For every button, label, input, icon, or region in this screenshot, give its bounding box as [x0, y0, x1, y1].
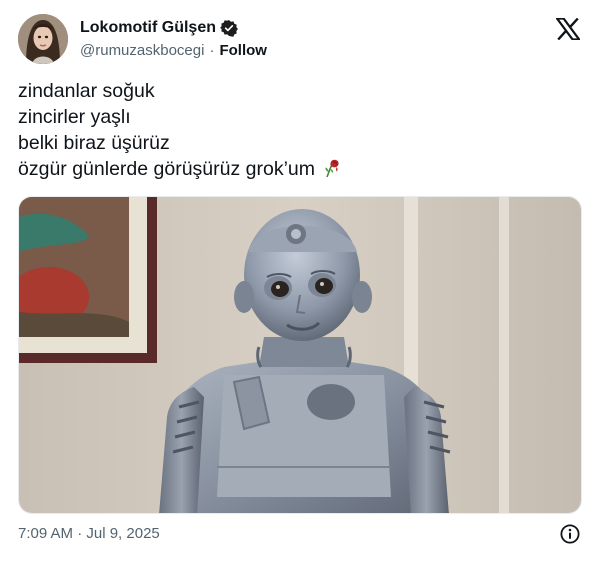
tweet-text: zindanlar soğuk zincirler yaşlı belki bi… — [18, 78, 584, 182]
tweet-footer: 7:09 AM · Jul 9, 2025 — [18, 523, 584, 545]
tweet-line: özgür günlerde görüşürüz grok’um — [18, 158, 315, 180]
verified-badge-icon — [220, 19, 238, 37]
tweet-line-last: özgür günlerde görüşürüz grok’um — [18, 156, 584, 182]
avatar[interactable] — [18, 14, 68, 64]
tweet-line: belki biraz üşürüz — [18, 132, 170, 154]
info-icon[interactable] — [560, 524, 580, 544]
tweet-line: zindanlar soğuk — [18, 80, 155, 102]
wilted-rose-icon — [321, 157, 343, 179]
author-info: Lokomotif Gülşen @rumuzaskbocegi · Follo… — [80, 17, 267, 59]
author-handle[interactable]: @rumuzaskbocegi — [80, 42, 204, 59]
author-display-name[interactable]: Lokomotif Gülşen — [80, 19, 216, 37]
tweet-media-image[interactable] — [18, 196, 582, 514]
tweet-header: Lokomotif Gülşen @rumuzaskbocegi · Follo… — [18, 14, 584, 66]
follow-button[interactable]: Follow — [219, 42, 267, 59]
handle-separator: · — [209, 42, 215, 59]
tweet-line: zincirler yaşlı — [18, 106, 131, 128]
x-logo-icon[interactable] — [555, 17, 581, 41]
tweet-timestamp[interactable]: 7:09 AM · Jul 9, 2025 — [18, 525, 160, 542]
